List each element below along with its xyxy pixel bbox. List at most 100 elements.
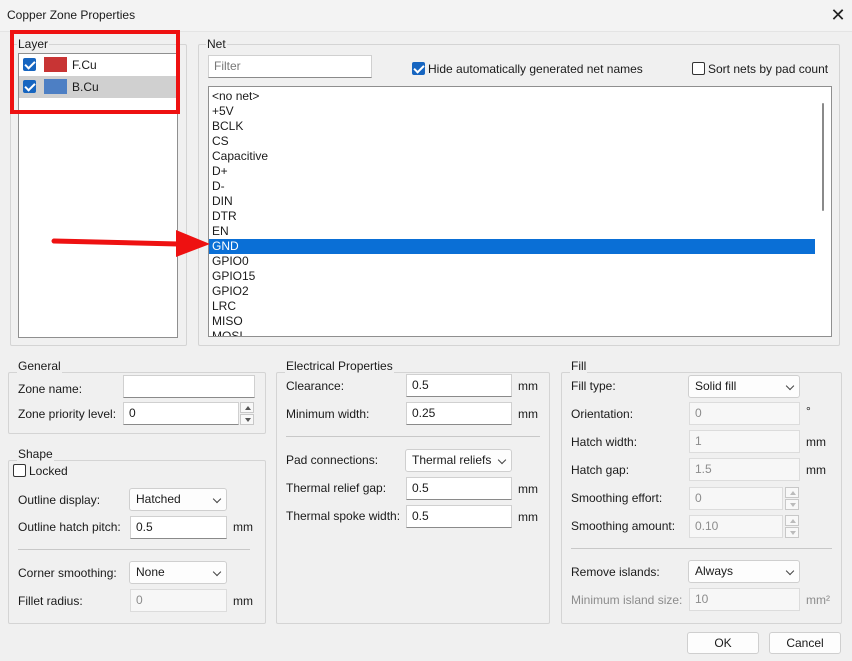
- sort-by-pad-label[interactable]: Sort nets by pad count: [708, 62, 828, 76]
- corner-smoothing-value: None: [136, 565, 165, 579]
- orientation-input: 0: [689, 402, 800, 425]
- thermal-relief-gap-unit: mm: [518, 482, 538, 496]
- pad-connections-select[interactable]: Thermal reliefs: [405, 449, 512, 472]
- clearance-unit: mm: [518, 379, 538, 393]
- fill-type-value: Solid fill: [695, 379, 737, 393]
- close-icon[interactable]: ✕: [828, 4, 848, 26]
- net-list-item[interactable]: D-: [209, 179, 815, 194]
- stepper-down-icon: [785, 527, 799, 538]
- net-list[interactable]: <no net> +5V BCLK CS Capacitive D+ D- DIN DTR EN G…: [208, 86, 832, 337]
- hatch-gap-input: 1.5: [689, 458, 800, 481]
- net-list-item[interactable]: +5V: [209, 104, 815, 119]
- net-list-item[interactable]: DTR: [209, 209, 815, 224]
- fill-group-label: Fill: [570, 359, 588, 373]
- outline-hatch-pitch-label: Outline hatch pitch:: [18, 520, 121, 534]
- thermal-spoke-width-input[interactable]: 0.5: [406, 505, 512, 528]
- outline-hatch-pitch-input[interactable]: 0.5: [130, 516, 227, 539]
- locked-checkbox[interactable]: [13, 464, 26, 477]
- smoothing-effort-input: 0: [689, 487, 783, 510]
- remove-islands-label: Remove islands:: [571, 565, 660, 579]
- hatch-width-label: Hatch width:: [571, 435, 638, 449]
- net-list-item[interactable]: CS: [209, 134, 815, 149]
- net-list-scrollbar-thumb[interactable]: [822, 103, 824, 211]
- net-list-item[interactable]: GPIO15: [209, 269, 815, 284]
- min-island-size-unit: mm²: [806, 593, 830, 607]
- net-list-item[interactable]: LRC: [209, 299, 815, 314]
- electrical-separator: [286, 436, 540, 437]
- pad-connections-label: Pad connections:: [286, 453, 379, 467]
- net-list-item[interactable]: GND: [209, 239, 815, 254]
- chevron-down-icon: [212, 567, 222, 577]
- thermal-spoke-width-unit: mm: [518, 510, 538, 524]
- electrical-group-label: Electrical Properties: [285, 359, 394, 373]
- net-list-scrollbar[interactable]: [823, 87, 831, 336]
- zone-priority-input[interactable]: 0: [123, 402, 239, 425]
- outline-display-label: Outline display:: [18, 493, 101, 507]
- fill-separator: [571, 548, 832, 549]
- stepper-down-icon[interactable]: [240, 414, 254, 425]
- corner-smoothing-select[interactable]: None: [129, 561, 227, 584]
- net-filter-placeholder: Filter: [214, 59, 241, 73]
- fillet-radius-label: Fillet radius:: [18, 594, 83, 608]
- fill-type-select[interactable]: Solid fill: [688, 375, 800, 398]
- clearance-label: Clearance:: [286, 379, 345, 393]
- net-list-item[interactable]: GPIO0: [209, 254, 815, 269]
- clearance-input[interactable]: 0.5: [406, 374, 512, 397]
- stepper-up-icon[interactable]: [240, 402, 254, 413]
- net-list-item[interactable]: GPIO2: [209, 284, 815, 299]
- locked-label[interactable]: Locked: [29, 464, 68, 478]
- net-list-item[interactable]: <no net>: [209, 89, 815, 104]
- zone-priority-stepper[interactable]: [240, 402, 254, 425]
- min-island-size-label: Minimum island size:: [571, 593, 683, 607]
- hatch-width-input: 1: [689, 430, 800, 453]
- net-list-item[interactable]: MOSI: [209, 329, 815, 336]
- zone-name-label: Zone name:: [18, 382, 83, 396]
- general-group-label: General: [17, 359, 62, 373]
- smoothing-amount-input: 0.10: [689, 515, 783, 538]
- corner-smoothing-label: Corner smoothing:: [18, 566, 117, 580]
- outline-display-value: Hatched: [136, 492, 181, 506]
- chevron-down-icon: [785, 381, 795, 391]
- smoothing-amount-label: Smoothing amount:: [571, 519, 676, 533]
- net-list-item[interactable]: Capacitive: [209, 149, 815, 164]
- chevron-down-icon: [497, 455, 507, 465]
- thermal-relief-gap-input[interactable]: 0.5: [406, 477, 512, 500]
- net-filter-input[interactable]: Filter: [208, 55, 372, 78]
- minimum-width-input[interactable]: 0.25: [406, 402, 512, 425]
- zone-name-input[interactable]: [123, 375, 255, 398]
- stepper-down-icon: [785, 499, 799, 510]
- window-title: Copper Zone Properties: [7, 8, 136, 22]
- fillet-radius-unit: mm: [233, 594, 253, 608]
- hide-auto-nets-checkbox[interactable]: [412, 62, 425, 75]
- sort-by-pad-checkbox[interactable]: [692, 62, 705, 75]
- minimum-width-label: Minimum width:: [286, 407, 370, 421]
- net-list-item[interactable]: DIN: [209, 194, 815, 209]
- net-list-item[interactable]: BCLK: [209, 119, 815, 134]
- smoothing-effort-stepper: [785, 487, 799, 510]
- net-list-item[interactable]: EN: [209, 224, 815, 239]
- minimum-width-unit: mm: [518, 407, 538, 421]
- thermal-relief-gap-label: Thermal relief gap:: [286, 481, 387, 495]
- stepper-up-icon: [785, 515, 799, 526]
- net-group-label: Net: [206, 37, 227, 51]
- net-list-item[interactable]: MISO: [209, 314, 815, 329]
- hatch-width-unit: mm: [806, 435, 826, 449]
- cancel-button[interactable]: Cancel: [769, 632, 841, 654]
- outline-display-select[interactable]: Hatched: [129, 488, 227, 511]
- net-list-item[interactable]: D+: [209, 164, 815, 179]
- ok-button[interactable]: OK: [687, 632, 759, 654]
- fill-type-label: Fill type:: [571, 379, 616, 393]
- chevron-down-icon: [212, 494, 222, 504]
- pad-connections-value: Thermal reliefs: [412, 453, 492, 467]
- zone-priority-label: Zone priority level:: [18, 407, 117, 421]
- smoothing-amount-stepper: [785, 515, 799, 538]
- hatch-gap-unit: mm: [806, 463, 826, 477]
- hide-auto-nets-label[interactable]: Hide automatically generated net names: [428, 62, 643, 76]
- remove-islands-select[interactable]: Always: [688, 560, 800, 583]
- highlight-box: [10, 30, 180, 114]
- orientation-unit: °: [806, 404, 811, 418]
- smoothing-effort-label: Smoothing effort:: [571, 491, 663, 505]
- min-island-size-input: 10: [689, 588, 800, 611]
- orientation-label: Orientation:: [571, 407, 634, 421]
- shape-group-label: Shape: [17, 447, 54, 461]
